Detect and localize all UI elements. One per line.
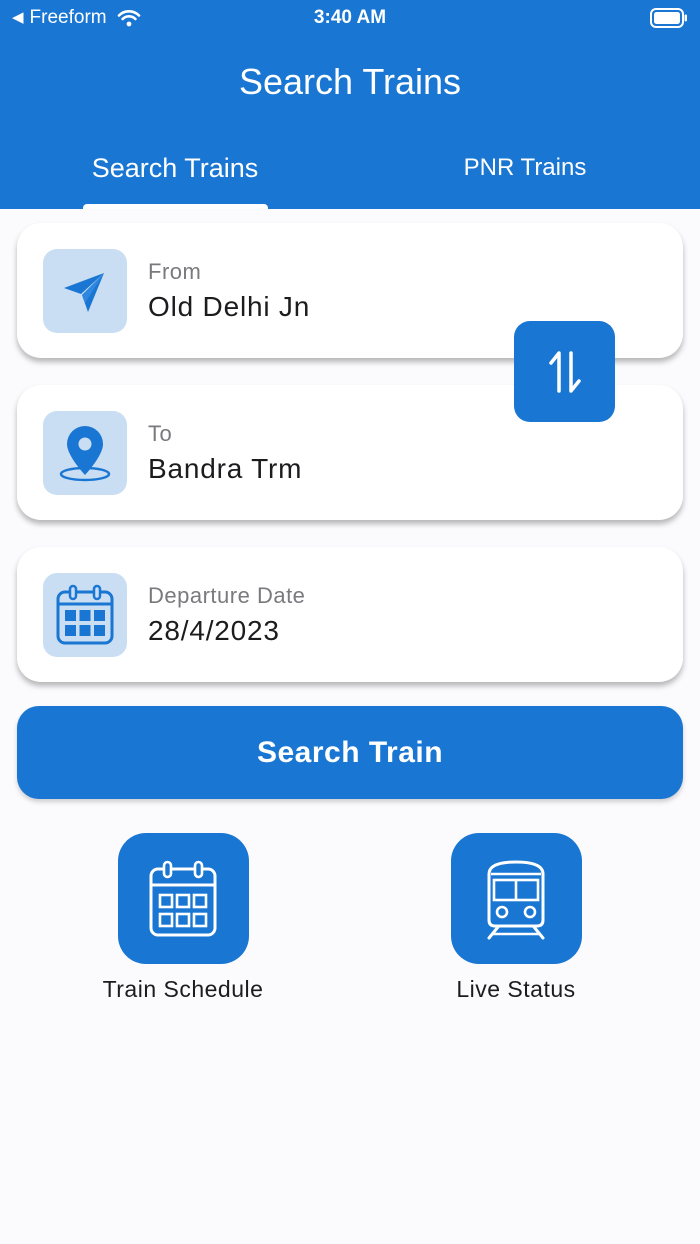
location-pin-icon	[43, 411, 127, 495]
train-schedule-label: Train Schedule	[102, 976, 264, 1002]
page-title: Search Trains	[238, 61, 462, 102]
tab-indicator	[83, 204, 268, 209]
swap-arrows-icon	[548, 350, 581, 393]
calendar-grid-icon	[149, 860, 217, 936]
live-status-label: Live Status	[456, 976, 576, 1002]
paper-plane-icon	[43, 249, 127, 333]
live-status-button[interactable]	[450, 833, 582, 964]
app-header: ◀ Freeform 3:40 AM Search Trains Search …	[0, 0, 700, 209]
to-value: Bandra Trm	[148, 453, 303, 484]
from-label: From	[148, 259, 202, 284]
to-label: To	[148, 421, 173, 446]
tab-pnr-trains[interactable]: PNR Trains	[410, 148, 640, 188]
status-bar: ◀ Freeform 3:40 AM	[0, 0, 700, 36]
swap-stations-button[interactable]	[514, 321, 615, 422]
train-schedule-button[interactable]	[117, 833, 249, 964]
date-label: Departure Date	[148, 583, 306, 608]
status-time: 3:40 AM	[313, 7, 387, 28]
from-value: Old Delhi Jn	[148, 291, 311, 322]
train-schedule-action[interactable]: Train Schedule	[83, 833, 283, 1003]
date-value: 28/4/2023	[148, 615, 280, 646]
search-train-button[interactable]: Search Train	[17, 706, 683, 799]
calendar-icon	[43, 573, 127, 657]
train-icon	[487, 859, 545, 939]
tab-search-trains[interactable]: Search Trains	[60, 148, 290, 188]
departure-date-card[interactable]: Departure Date 28/4/2023	[17, 547, 683, 682]
battery-icon	[650, 8, 687, 28]
live-status-action[interactable]: Live Status	[416, 833, 616, 1003]
